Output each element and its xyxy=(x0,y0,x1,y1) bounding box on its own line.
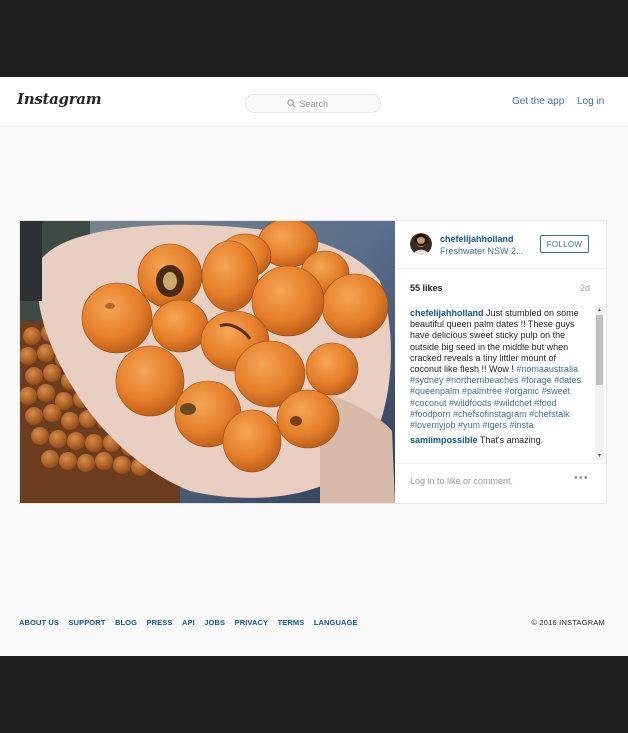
post-sidebar: chefelijahholland Freshwater NSW 2... FO… xyxy=(396,221,606,503)
footer-link-blog[interactable]: BLOG xyxy=(115,618,137,627)
search-icon xyxy=(286,99,295,108)
footer-link-support[interactable]: SUPPORT xyxy=(68,618,105,627)
post-photo[interactable] xyxy=(20,221,395,503)
post-username[interactable]: chefelijahholland xyxy=(440,234,514,244)
avatar[interactable] xyxy=(410,233,432,255)
scrollbar-thumb[interactable] xyxy=(596,315,603,385)
footer-link-jobs[interactable]: JOBS xyxy=(204,618,225,627)
post-header: chefelijahholland Freshwater NSW 2... FO… xyxy=(396,221,606,269)
comment-item: samiimpossible That's amazing. xyxy=(410,435,584,446)
search-input[interactable] xyxy=(299,98,340,109)
comment-text: That's amazing. xyxy=(479,435,544,446)
post-age: 2d xyxy=(579,283,590,293)
caption-username[interactable]: chefelijahholland xyxy=(410,308,484,318)
post-card: chefelijahholland Freshwater NSW 2... FO… xyxy=(19,220,607,504)
footer-link-terms[interactable]: TERMS xyxy=(278,618,305,627)
palm-dates-image xyxy=(20,221,395,503)
comments-scrollbar[interactable]: ▲ ▼ xyxy=(595,306,604,460)
instagram-page: Instagram Get the app Log in xyxy=(0,77,628,656)
top-navbar: Instagram Get the app Log in xyxy=(0,77,628,127)
post-actions-bar: Log in to like or comment. ••• xyxy=(396,463,606,504)
post-location[interactable]: Freshwater NSW 2... xyxy=(440,246,524,256)
follow-button[interactable]: FOLLOW xyxy=(540,235,589,253)
comments-list[interactable]: chefelijahholland Just stumbled on some … xyxy=(410,307,584,460)
footer-link-about-us[interactable]: ABOUT US xyxy=(19,618,59,627)
get-the-app-link[interactable]: Get the app xyxy=(512,96,564,107)
footer-links: ABOUT US SUPPORT BLOG PRESS API JOBS PRI… xyxy=(19,618,367,627)
comment-username[interactable]: samiimpossible xyxy=(410,435,478,445)
footer-link-privacy[interactable]: PRIVACY xyxy=(235,618,268,627)
ellipsis-icon[interactable]: ••• xyxy=(574,472,589,484)
footer-link-api[interactable]: API xyxy=(182,618,195,627)
post-caption: chefelijahholland Just stumbled on some … xyxy=(410,308,584,431)
footer: ABOUT US SUPPORT BLOG PRESS API JOBS PRI… xyxy=(19,618,605,630)
login-to-comment-link[interactable]: Log in to like or comment. xyxy=(410,476,513,486)
footer-link-language[interactable]: LANGUAGE xyxy=(314,618,358,627)
footer-link-press[interactable]: PRESS xyxy=(147,618,173,627)
instagram-logo[interactable]: Instagram xyxy=(17,90,102,108)
log-in-link[interactable]: Log in xyxy=(577,96,604,107)
scroll-down-arrow-icon[interactable]: ▼ xyxy=(595,452,604,460)
scroll-up-arrow-icon[interactable]: ▲ xyxy=(595,306,604,314)
copyright-text: © 2016 INSTAGRAM xyxy=(531,618,605,627)
likes-count[interactable]: 55 likes xyxy=(410,283,443,293)
search-box[interactable] xyxy=(245,94,381,113)
